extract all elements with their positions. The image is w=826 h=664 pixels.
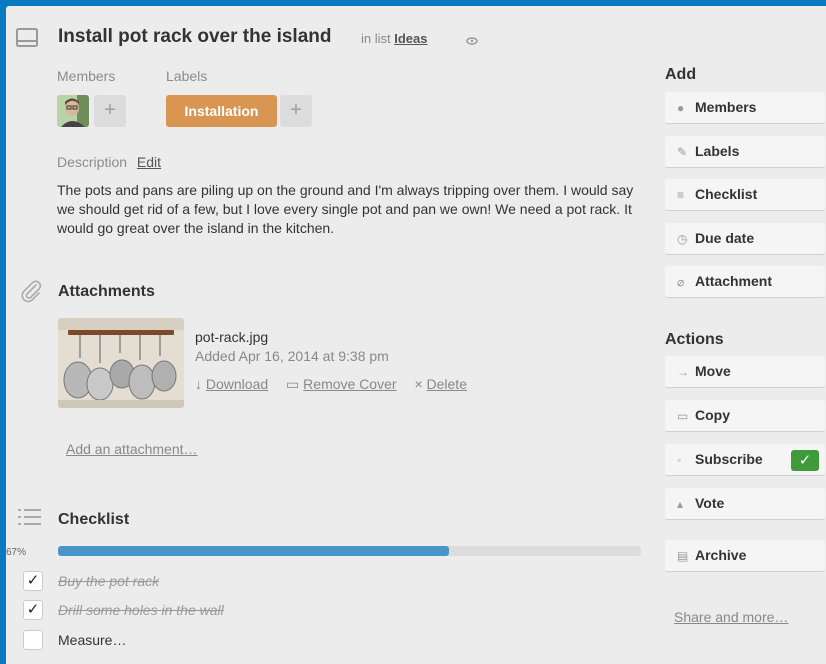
delete-icon: ×: [414, 376, 423, 392]
archive-button[interactable]: ▤ Archive: [665, 540, 825, 572]
download-link[interactable]: Download: [206, 376, 268, 392]
add-attachment-link[interactable]: Add an attachment…: [66, 441, 198, 457]
paperclip-icon: [21, 280, 42, 303]
paperclip-icon: ⌀: [677, 275, 685, 289]
avatar-image: [57, 95, 89, 127]
checklist-progress-fill: [58, 546, 449, 556]
subscribe-button[interactable]: ◦ Subscribe ✓: [665, 444, 825, 476]
eye-icon: [466, 37, 478, 45]
attachments-heading: Attachments: [58, 283, 155, 300]
attachment-button[interactable]: ⌀ Attachment: [665, 266, 825, 298]
eye-icon: ◦: [677, 453, 682, 467]
subscribed-check-icon: ✓: [791, 450, 819, 471]
card-title[interactable]: Install pot rack over the island: [58, 26, 331, 48]
add-label-button[interactable]: +: [280, 95, 312, 127]
checklist-item[interactable]: Drill some holes in the wall: [58, 602, 224, 618]
archive-button-label: Archive: [695, 547, 747, 563]
pot-rack-image: [58, 318, 184, 408]
attachment-actions: ↓ Download ▭ Remove Cover × Delete: [195, 376, 467, 393]
member-avatar[interactable]: [57, 95, 89, 127]
card-detail-window: Install pot rack over the island in list…: [6, 6, 826, 664]
arrow-right-icon: →: [677, 365, 689, 379]
label-installation[interactable]: Installation: [166, 95, 277, 127]
attachment-added-date: Added Apr 16, 2014 at 9:38 pm: [195, 348, 389, 364]
thumbs-up-icon: ▴: [677, 497, 684, 511]
attachment-filename[interactable]: pot-rack.jpg: [195, 329, 268, 345]
due-date-button-label: Due date: [695, 230, 755, 246]
tag-icon: ✎: [677, 145, 688, 159]
card-icon: [16, 28, 38, 47]
checklist-item[interactable]: Measure…: [58, 632, 126, 648]
checklist-percent: 67%: [6, 547, 27, 558]
person-icon: ●: [677, 101, 685, 115]
checklist-icon: [18, 509, 41, 525]
checklist-button-label: Checklist: [695, 186, 758, 202]
move-button-label: Move: [695, 363, 731, 379]
labels-heading: Labels: [166, 68, 208, 84]
checklist-checkbox[interactable]: [23, 630, 43, 650]
card-list-info: in list Ideas: [361, 31, 428, 46]
download-icon: ↓: [195, 376, 202, 392]
list-icon: ≡: [677, 188, 685, 202]
move-button[interactable]: → Move: [665, 356, 825, 388]
due-date-button[interactable]: ◷ Due date: [665, 223, 825, 255]
description-heading: Description: [57, 154, 128, 170]
list-link[interactable]: Ideas: [394, 31, 427, 46]
card-icon: ▭: [677, 409, 689, 423]
vote-button-label: Vote: [695, 495, 725, 511]
checklist-item[interactable]: Buy the pot rack: [58, 573, 159, 589]
clock-icon: ◷: [677, 232, 688, 246]
members-button-label: Members: [695, 99, 757, 115]
subscribe-button-label: Subscribe: [695, 451, 763, 467]
checklist-checkbox[interactable]: ✓: [23, 571, 43, 591]
checklist-checkbox[interactable]: ✓: [23, 600, 43, 620]
checklist-progress-bar: [58, 546, 641, 556]
description-text[interactable]: The pots and pans are piling up on the g…: [57, 181, 647, 238]
attachment-button-label: Attachment: [695, 273, 773, 289]
labels-button-label: Labels: [695, 143, 740, 159]
members-button[interactable]: ● Members: [665, 92, 825, 124]
checklist-heading: Checklist: [58, 511, 130, 528]
labels-button[interactable]: ✎ Labels: [665, 136, 825, 168]
edit-description-link[interactable]: Edit: [137, 154, 161, 170]
in-list-prefix: in list: [361, 31, 391, 46]
add-heading: Add: [665, 66, 697, 83]
vote-button[interactable]: ▴ Vote: [665, 488, 825, 520]
archive-icon: ▤: [677, 549, 689, 563]
description-header: Description Edit: [57, 154, 161, 170]
checklist-button[interactable]: ≡ Checklist: [665, 179, 825, 211]
copy-button[interactable]: ▭ Copy: [665, 400, 825, 432]
cover-icon: ▭: [286, 376, 300, 392]
actions-heading: Actions: [665, 331, 724, 348]
share-and-more-link[interactable]: Share and more…: [674, 609, 788, 625]
add-member-button[interactable]: +: [94, 95, 126, 127]
copy-button-label: Copy: [695, 407, 730, 423]
delete-link[interactable]: Delete: [427, 376, 467, 392]
members-heading: Members: [57, 68, 116, 84]
remove-cover-link[interactable]: Remove Cover: [303, 376, 396, 392]
attachment-thumbnail[interactable]: [58, 318, 184, 408]
